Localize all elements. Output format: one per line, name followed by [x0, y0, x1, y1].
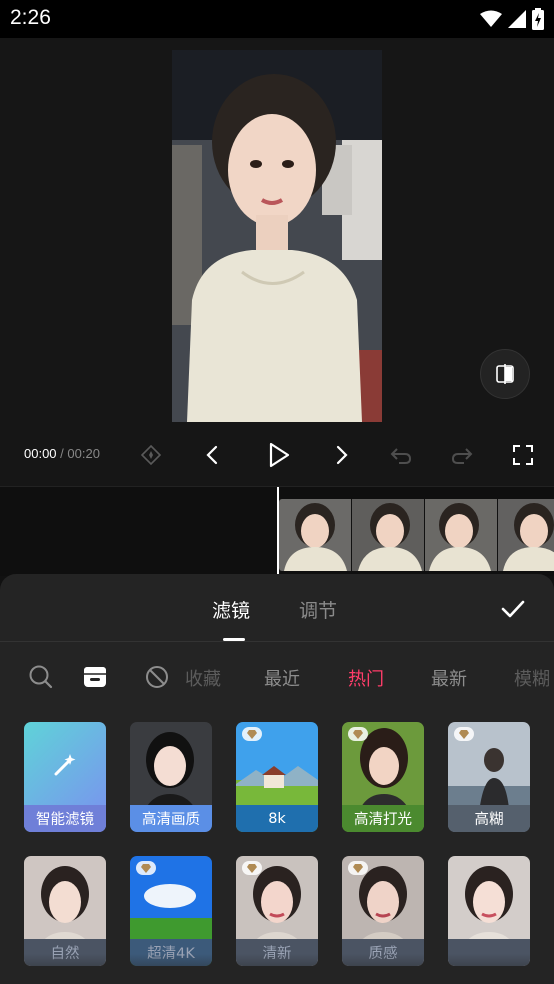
filter-card[interactable]: 智能滤镜 [24, 722, 106, 832]
playback-controls: 00:00 / 00:20 [0, 432, 554, 476]
total-time: 00:20 [67, 446, 100, 461]
undo-icon [390, 448, 412, 464]
battery-icon [532, 8, 544, 30]
compare-icon [496, 364, 514, 384]
time-separator: / [60, 446, 64, 461]
undo-button[interactable] [386, 440, 416, 470]
premium-badge [348, 861, 368, 875]
track-frame [425, 499, 498, 571]
premium-badge [242, 861, 262, 875]
filter-card[interactable]: 超清4K [130, 856, 212, 966]
filter-card[interactable]: 高糊 [448, 722, 530, 832]
video-track[interactable] [279, 499, 554, 571]
premium-badge [136, 861, 156, 875]
filter-grid: 智能滤镜 高清画质 8k 高清打光 高糊 自然 超清4K 清新 质感 [0, 722, 554, 984]
chevron-left-icon [206, 445, 218, 465]
filter-label: 高糊 [448, 805, 530, 832]
video-frame-image [172, 50, 382, 422]
diamond-icon [141, 863, 151, 873]
search-button[interactable] [26, 662, 56, 692]
fullscreen-button[interactable] [508, 440, 538, 470]
signal-icon [508, 10, 526, 28]
category-bar: 收藏 最近 热门 最新 模糊 [0, 662, 554, 692]
diamond-icon [353, 863, 363, 873]
no-filter-icon [146, 666, 168, 688]
next-frame-button[interactable] [327, 440, 357, 470]
filter-label: 自然 [24, 939, 106, 966]
redo-button[interactable] [447, 440, 477, 470]
filter-label: 高清画质 [130, 805, 212, 832]
track-frame [498, 499, 554, 571]
no-filter-button[interactable] [142, 662, 172, 692]
category-favorites[interactable]: 收藏 [185, 665, 221, 691]
filter-label: 智能滤镜 [24, 805, 106, 832]
active-tab-indicator [223, 638, 245, 641]
store-icon [84, 667, 106, 687]
tab-filter[interactable]: 滤镜 [212, 596, 250, 623]
filter-card[interactable]: 质感 [342, 856, 424, 966]
confirm-button[interactable] [498, 594, 528, 624]
filter-label [448, 939, 530, 966]
category-recent[interactable]: 最近 [264, 665, 300, 691]
play-button[interactable] [263, 440, 293, 470]
previous-frame-button[interactable] [197, 440, 227, 470]
filter-card[interactable] [448, 856, 530, 966]
premium-badge [454, 727, 474, 741]
status-time: 2:26 [10, 6, 51, 29]
filter-label: 清新 [236, 939, 318, 966]
filter-card[interactable]: 8k [236, 722, 318, 832]
editor-area: 00:00 / 00:20 [0, 38, 554, 486]
wifi-icon [480, 10, 502, 27]
keyframe-button[interactable] [136, 440, 166, 470]
search-icon [29, 665, 53, 689]
ai-magic-wand-icon [54, 754, 76, 776]
chevron-right-icon [336, 445, 348, 465]
filter-panel: 滤镜 调节 收藏 最近 热门 最新 模糊 智能滤镜 高清画质 8k 高清打光 高… [0, 574, 554, 984]
filter-label: 8k [236, 805, 318, 832]
track-frame [352, 499, 425, 571]
tab-adjust[interactable]: 调节 [299, 596, 337, 623]
play-icon [269, 442, 290, 468]
redo-icon [451, 448, 473, 464]
track-frame [279, 499, 352, 571]
filter-label: 质感 [342, 939, 424, 966]
status-bar: 2:26 [0, 0, 554, 38]
premium-badge [242, 727, 262, 741]
playhead[interactable] [277, 487, 279, 575]
checkmark-icon [501, 600, 525, 618]
diamond-icon [247, 863, 257, 873]
filter-label: 超清4K [130, 939, 212, 966]
diamond-icon [353, 729, 363, 739]
diamond-icon [247, 729, 257, 739]
video-preview[interactable] [172, 50, 382, 422]
category-hot[interactable]: 热门 [348, 665, 384, 691]
fullscreen-icon [513, 445, 533, 465]
filter-card[interactable]: 自然 [24, 856, 106, 966]
timeline[interactable] [0, 486, 554, 576]
filter-card[interactable]: 清新 [236, 856, 318, 966]
filter-store-button[interactable] [80, 662, 110, 692]
diamond-icon [459, 729, 469, 739]
current-time: 00:00 [24, 446, 57, 461]
premium-badge [348, 727, 368, 741]
status-icons [480, 8, 544, 30]
timecode: 00:00 / 00:20 [24, 446, 100, 461]
filter-card[interactable]: 高清画质 [130, 722, 212, 832]
category-blur[interactable]: 模糊 [514, 665, 550, 691]
keyframe-icon [140, 444, 162, 466]
compare-button[interactable] [480, 349, 530, 399]
panel-tabs: 滤镜 调节 [0, 574, 554, 642]
filter-label: 高清打光 [342, 805, 424, 832]
filter-card[interactable]: 高清打光 [342, 722, 424, 832]
category-new[interactable]: 最新 [431, 665, 467, 691]
